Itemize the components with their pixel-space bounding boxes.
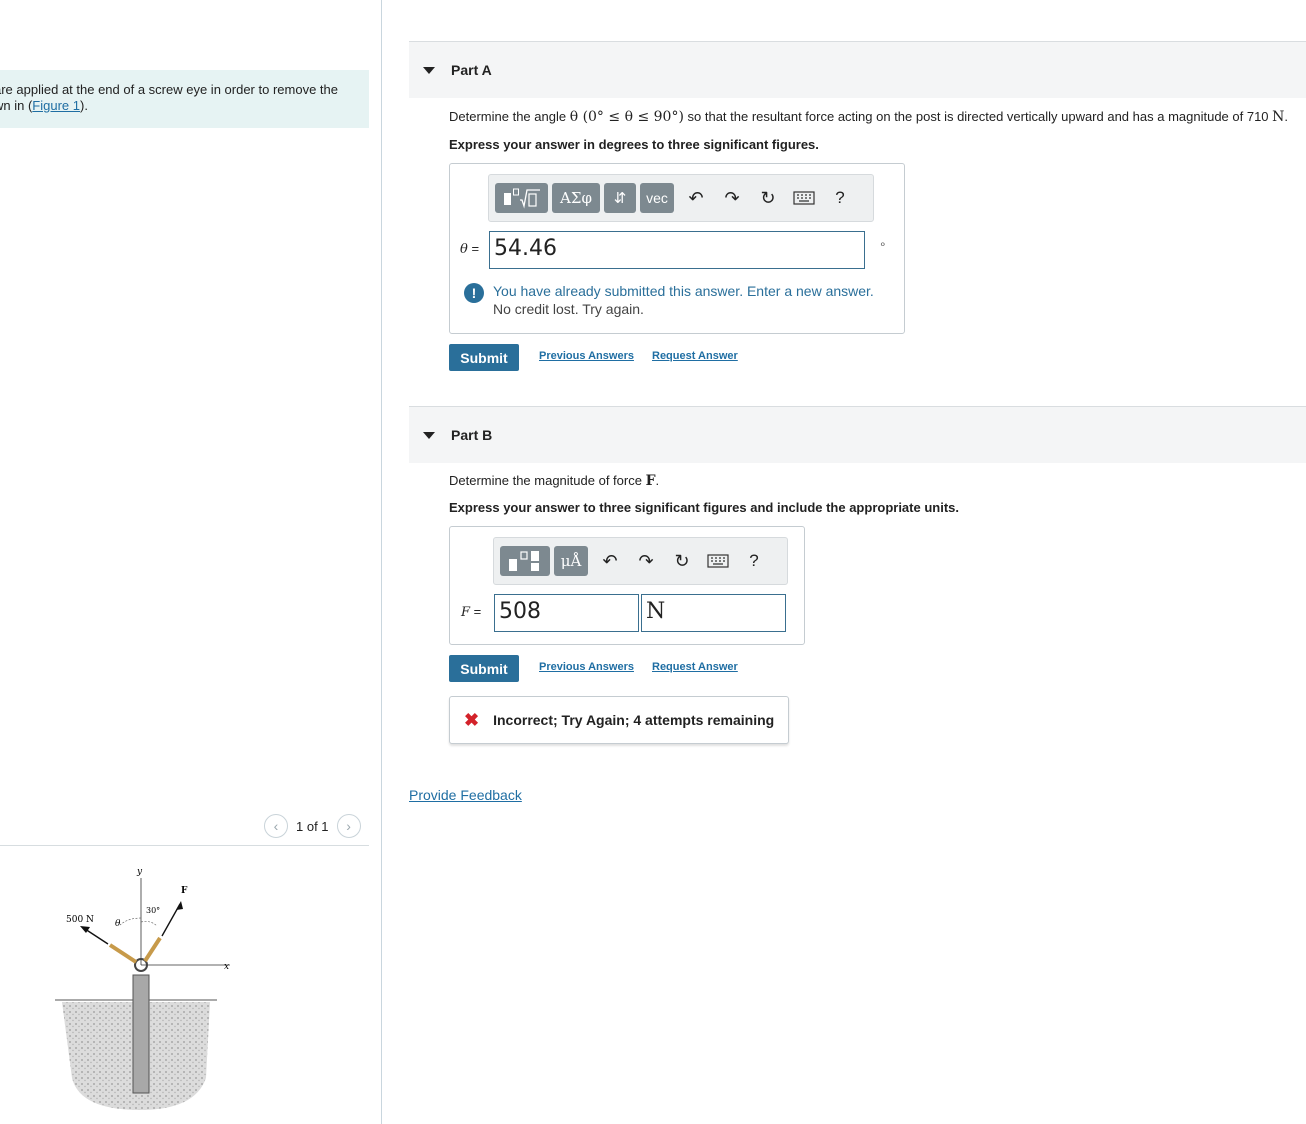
part-a-equals: = bbox=[467, 241, 480, 256]
redo-icon[interactable]: ↷ bbox=[714, 183, 750, 213]
figure-link[interactable]: Figure 1 bbox=[32, 98, 80, 113]
part-b-question-math: F bbox=[645, 473, 656, 489]
keyboard-icon[interactable] bbox=[700, 546, 736, 576]
angle-30-label: 30° bbox=[146, 906, 160, 915]
chevron-right-icon[interactable]: › bbox=[336, 814, 361, 838]
warning-line-1: You have already submitted this answer. … bbox=[493, 283, 874, 299]
part-b-submit-button[interactable]: Submit bbox=[449, 655, 519, 682]
part-b-header[interactable]: Part B bbox=[409, 406, 1306, 463]
panel-divider bbox=[381, 0, 382, 1124]
problem-line-2-suffix: ). bbox=[80, 98, 88, 113]
arrows-button[interactable]: ⇵ bbox=[604, 183, 636, 213]
part-a-title: Part A bbox=[451, 62, 492, 78]
units-button[interactable]: μÅ bbox=[554, 546, 588, 576]
rope-left bbox=[108, 943, 138, 964]
part-b-variable-label: F = bbox=[461, 604, 481, 620]
incorrect-message: Incorrect; Try Again; 4 attempts remaini… bbox=[493, 712, 775, 728]
problem-line-1: are applied at the end of a screw eye in… bbox=[0, 82, 338, 97]
problem-statement: are applied at the end of a screw eye in… bbox=[0, 70, 369, 128]
part-a-question-unit: N bbox=[1272, 109, 1285, 125]
part-a-answer-input[interactable]: 54.46 bbox=[489, 231, 865, 269]
part-a-submit-button[interactable]: Submit bbox=[449, 344, 519, 371]
figure-divider bbox=[0, 845, 369, 846]
part-b-instruction: Express your answer to three significant… bbox=[449, 500, 959, 515]
y-axis-label: y bbox=[136, 867, 143, 877]
part-a-instruction-text: Express your answer in degrees to three … bbox=[449, 137, 819, 152]
help-button[interactable]: ? bbox=[822, 183, 858, 213]
error-x-icon: ✖ bbox=[464, 709, 480, 730]
degree-unit-symbol: ∘ bbox=[879, 237, 887, 251]
templates-icon-glyph bbox=[503, 188, 540, 209]
part-b-value-input[interactable]: 508 bbox=[494, 594, 639, 632]
already-submitted-warning: ! You have already submitted this answer… bbox=[464, 282, 894, 322]
undo-icon[interactable]: ↶ bbox=[678, 183, 714, 213]
theta-arc bbox=[119, 917, 142, 926]
rope-right bbox=[143, 936, 162, 963]
part-b-math-toolbar: μÅ ↶ ↷ ↻ ? bbox=[493, 537, 788, 585]
keyboard-icon-glyph bbox=[793, 191, 815, 205]
part-a-variable-label: θ = bbox=[460, 241, 479, 257]
provide-feedback-link[interactable]: Provide Feedback bbox=[409, 787, 522, 803]
chevron-left-icon[interactable]: ‹ bbox=[264, 814, 288, 838]
exclamation-icon: ! bbox=[464, 283, 484, 303]
part-a-math-toolbar: ΑΣφ ⇵ vec ↶ ↷ ↻ ? bbox=[488, 174, 874, 222]
undo-icon[interactable]: ↶ bbox=[592, 546, 628, 576]
part-b-question: Determine the magnitude of force F. bbox=[449, 473, 659, 489]
angle-30-arc bbox=[140, 921, 158, 927]
post bbox=[132, 974, 150, 1094]
part-b-question-end: . bbox=[655, 473, 660, 488]
part-b-unit-input[interactable]: N bbox=[641, 594, 786, 632]
part-b-equals: = bbox=[470, 604, 482, 619]
part-a-instruction: Express your answer in degrees to three … bbox=[449, 137, 819, 152]
problem-line-2-prefix: wn in ( bbox=[0, 98, 33, 113]
screw-eye-figure: x y 500 N F θ 30° bbox=[55, 867, 230, 1110]
help-button[interactable]: ? bbox=[736, 546, 772, 576]
templates-icon[interactable] bbox=[500, 546, 550, 576]
part-b-title: Part B bbox=[451, 427, 493, 443]
x-axis-label: x bbox=[224, 962, 229, 972]
keyboard-icon-glyph bbox=[707, 554, 729, 568]
force-F-label: F bbox=[181, 886, 188, 896]
part-b-variable: F bbox=[461, 605, 471, 620]
greek-symbols-button[interactable]: ΑΣφ bbox=[552, 183, 600, 213]
part-b-previous-answers-link[interactable]: Previous Answers bbox=[539, 661, 634, 673]
figure-pager: ‹ 1 of 1 › bbox=[264, 814, 361, 838]
templates-icon-glyph bbox=[509, 551, 539, 571]
reset-icon[interactable]: ↻ bbox=[664, 546, 700, 576]
incorrect-feedback: ✖ Incorrect; Try Again; 4 attempts remai… bbox=[449, 696, 789, 744]
templates-icon[interactable] bbox=[495, 183, 548, 213]
redo-icon[interactable]: ↷ bbox=[628, 546, 664, 576]
collapse-triangle-icon[interactable] bbox=[423, 66, 435, 74]
collapse-triangle-icon[interactable] bbox=[423, 431, 435, 439]
part-b-request-answer-link[interactable]: Request Answer bbox=[652, 661, 738, 673]
part-a-question: Determine the angle θ (0° ≤ θ ≤ 90°) so … bbox=[449, 109, 1288, 125]
force-500-label: 500 N bbox=[66, 915, 94, 925]
reset-icon[interactable]: ↻ bbox=[750, 183, 786, 213]
vector-button[interactable]: vec bbox=[640, 183, 674, 213]
part-a-question-math: θ (0° ≤ θ ≤ 90°) bbox=[569, 109, 684, 125]
part-a-header[interactable]: Part A bbox=[409, 41, 1306, 98]
problem-line-2: wn in (Figure 1). bbox=[0, 98, 369, 114]
part-a-previous-answers-link[interactable]: Previous Answers bbox=[539, 350, 634, 362]
part-b-question-prefix: Determine the magnitude of force bbox=[449, 473, 646, 488]
warning-line-2: No credit lost. Try again. bbox=[493, 301, 644, 317]
part-a-question-mid: so that the resultant force acting on th… bbox=[683, 109, 1273, 124]
part-b-instruction-text: Express your answer to three significant… bbox=[449, 500, 959, 515]
part-a-question-prefix: Determine the angle bbox=[449, 109, 570, 124]
part-a-request-answer-link[interactable]: Request Answer bbox=[652, 350, 738, 362]
part-a-question-end: . bbox=[1284, 109, 1289, 124]
part-a-variable: θ bbox=[460, 242, 468, 257]
keyboard-icon[interactable] bbox=[786, 183, 822, 213]
force-F-arrowhead bbox=[176, 901, 183, 910]
figure-page-label: 1 of 1 bbox=[296, 818, 329, 834]
theta-label: θ bbox=[115, 919, 121, 929]
